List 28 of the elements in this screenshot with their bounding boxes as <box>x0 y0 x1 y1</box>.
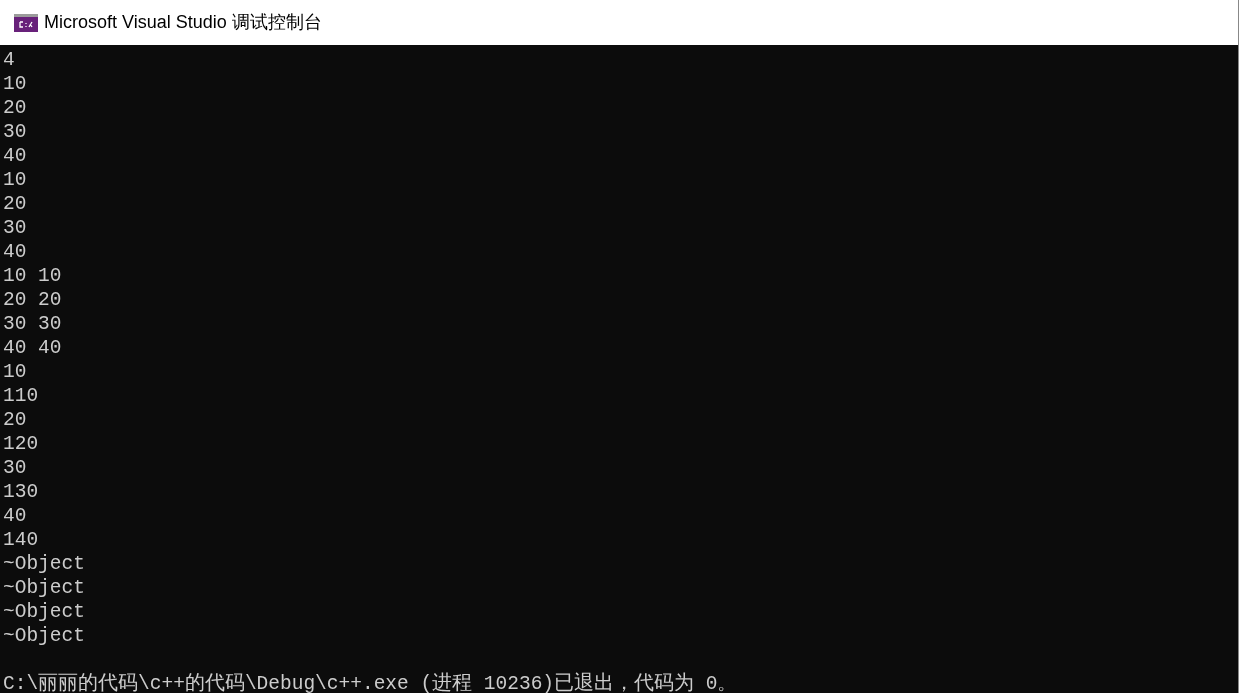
console-output-line: 20 <box>3 408 27 432</box>
console-output-line: 40 <box>3 504 27 528</box>
console-output-line: 20 <box>3 192 27 216</box>
console-output-line: 110 <box>3 384 39 408</box>
console-output-line: 10 <box>3 168 27 192</box>
console-output-line: 30 30 <box>3 312 62 336</box>
console-output-line: 40 <box>3 240 27 264</box>
console-output-line: ~Object <box>3 552 85 576</box>
console-output-line: 20 20 <box>3 288 62 312</box>
console-output-line: 30 <box>3 456 27 480</box>
console-output-line: 40 <box>3 144 27 168</box>
window-title: Microsoft Visual Studio 调试控制台 <box>44 11 322 34</box>
console-output-line: 10 <box>3 360 27 384</box>
console-output-line: 140 <box>3 528 39 552</box>
console-output-line: 4 <box>3 48 15 72</box>
console-output-line: 30 <box>3 216 27 240</box>
console-output-line: 10 <box>3 72 27 96</box>
console-output-line: 130 <box>3 480 39 504</box>
console-output-line: 30 <box>3 120 27 144</box>
console-output-line: 120 <box>3 432 39 456</box>
console-output-line: 10 10 <box>3 264 62 288</box>
console-output-line: ~Object <box>3 576 85 600</box>
console-output-line: ~Object <box>3 600 85 624</box>
console-output-line: ~Object <box>3 624 85 648</box>
console-output-line: 40 40 <box>3 336 62 360</box>
console-output-line: 20 <box>3 96 27 120</box>
console-app-icon <box>14 13 38 32</box>
console-exit-message: C:\丽丽的代码\c++的代码\Debug\c++.exe (进程 10236)已退出，代码为 0。 <box>3 672 738 693</box>
